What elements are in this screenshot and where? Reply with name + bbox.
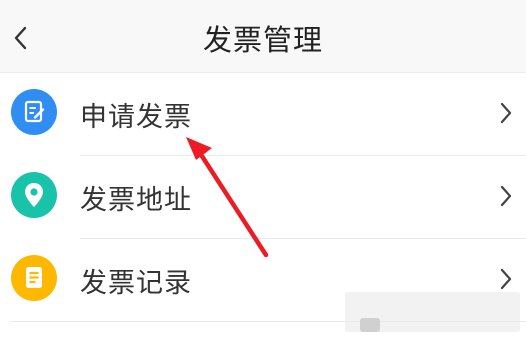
invoice-management-screen: 发票管理 申请发票 发票地址 发票记录 bbox=[0, 0, 526, 337]
menu-item-label: 申请发票 bbox=[80, 102, 192, 133]
chevron-right-icon bbox=[500, 185, 512, 207]
watermark-blur bbox=[360, 318, 380, 332]
menu-item-label: 发票地址 bbox=[80, 185, 192, 216]
chevron-right-icon bbox=[500, 102, 512, 124]
location-pin-icon bbox=[11, 172, 57, 218]
top-navigation-bar: 发票管理 bbox=[0, 0, 526, 72]
menu-item-invoice-address[interactable]: 发票地址 bbox=[0, 156, 526, 236]
page-title: 发票管理 bbox=[202, 23, 323, 57]
chevron-right-icon bbox=[500, 268, 512, 290]
menu-item-label: 发票记录 bbox=[80, 268, 192, 299]
menu-item-apply-invoice[interactable]: 申请发票 bbox=[0, 73, 526, 153]
apply-invoice-icon bbox=[11, 89, 57, 135]
record-list-icon bbox=[11, 255, 57, 301]
